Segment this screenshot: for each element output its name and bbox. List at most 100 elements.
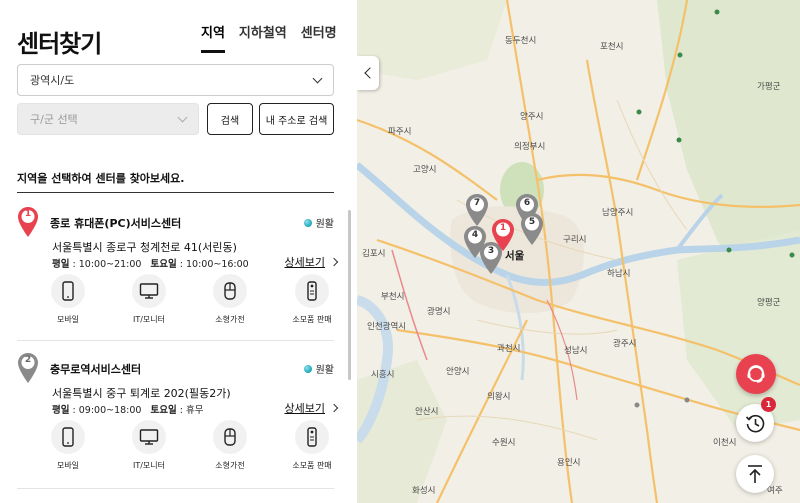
service-label: 소모품 판매 — [292, 461, 332, 470]
service-label: IT/모니터 — [132, 461, 166, 470]
status-text: 원활 — [315, 365, 334, 376]
service-label: IT/모니터 — [132, 315, 166, 324]
center-list-item[interactable]: 1 종로 휴대폰(PC)서비스센터 원활 서울특별시 종로구 청계천로 41(서… — [17, 206, 339, 336]
map-pin-7[interactable]: 7 — [465, 193, 489, 227]
map-label: 양주시 — [520, 112, 544, 122]
detail-link-label: 상세보기 — [284, 402, 325, 415]
history-clock-icon — [745, 414, 765, 433]
status-badge: 원활 — [303, 361, 334, 376]
map-pin-number: 4 — [471, 230, 479, 240]
service-label: 소형가전 — [215, 461, 245, 470]
map-label: 안양시 — [446, 367, 470, 377]
service-it-monitor: IT/모니터 — [114, 420, 184, 471]
map-label: 남양주시 — [602, 208, 634, 218]
saturday-label: 토요일 — [150, 405, 177, 416]
service-label: 모바일 — [56, 315, 80, 324]
map-label: 김포시 — [362, 249, 386, 259]
appliance-icon — [224, 428, 236, 446]
map-label: 성남시 — [564, 346, 588, 356]
map-label: 구리시 — [563, 235, 587, 245]
center-address: 서울특별시 종로구 청계천로 41(서린동) — [52, 241, 237, 254]
service-label: 모바일 — [56, 461, 80, 470]
map-label: 하남시 — [607, 269, 631, 279]
map-base-layer — [357, 0, 800, 503]
map-pin-number: 1 — [499, 223, 507, 233]
service-mobile: 모바일 — [33, 274, 103, 325]
center-name: 종로 휴대폰(PC)서비스센터 — [50, 217, 182, 230]
map-label: 광명시 — [427, 307, 451, 317]
chevron-right-icon — [329, 403, 339, 413]
list-separator — [17, 488, 334, 489]
center-number: 1 — [24, 209, 32, 219]
map-label: 화성시 — [412, 486, 436, 496]
status-dot-icon — [303, 364, 312, 373]
map-label: 포천시 — [600, 42, 624, 52]
list-scrollbar[interactable] — [348, 210, 351, 380]
center-hours: 평일 : 09:00~18:00 토요일 : 휴무 — [52, 405, 204, 416]
mobile-icon — [62, 281, 74, 301]
detail-link[interactable]: 상세보기 — [284, 400, 339, 416]
map-label: 부천시 — [381, 292, 405, 302]
detail-link[interactable]: 상세보기 — [284, 254, 339, 270]
center-address: 서울특별시 중구 퇴계로 202(필동2가) — [52, 387, 231, 400]
tab-center-name[interactable]: 센터명 — [301, 22, 337, 53]
my-address-search-button[interactable]: 내 주소로 검색 — [259, 103, 334, 135]
center-name: 충무로역서비스센터 — [50, 363, 142, 376]
page-title: 센터찾기 — [17, 30, 102, 58]
map-label: 이천시 — [713, 438, 737, 448]
map-label: 용인시 — [557, 458, 581, 468]
map-label: 가평군 — [757, 82, 781, 92]
center-finder-app: 센터찾기 지역 지하철역 센터명 광역시/도 구/군 선택 검색 내 주소로 검… — [0, 0, 800, 503]
chevron-down-icon — [177, 112, 188, 122]
list-separator — [17, 340, 334, 341]
tab-region[interactable]: 지역 — [201, 22, 225, 53]
status-text: 원활 — [315, 219, 334, 230]
saturday-hours: 10:00~16:00 — [186, 259, 249, 270]
map-pin-5[interactable]: 5 — [520, 212, 544, 246]
center-list-item[interactable]: 2 충무로역서비스센터 원활 서울특별시 중구 퇴계로 202(필동2가) 평일… — [17, 352, 339, 482]
scroll-top-button[interactable] — [736, 455, 774, 493]
map-label: 파주시 — [388, 127, 412, 137]
service-small-appliance: 소형가전 — [195, 420, 265, 471]
monitor-icon — [139, 283, 159, 299]
collapse-panel-button[interactable] — [357, 56, 379, 90]
chat-consult-button[interactable] — [736, 354, 776, 394]
map-label: 양평군 — [757, 298, 781, 308]
map-view[interactable]: 동두천시 포천시 양주시 파주시 의정부시 가평군 고양시 남양주시 구리시 서… — [357, 0, 800, 503]
monitor-icon — [139, 429, 159, 445]
list-divider — [17, 192, 334, 193]
service-consumables: 소모품 판매 — [277, 274, 347, 325]
sido-select-value: 광역시/도 — [30, 74, 75, 87]
weekday-label: 평일 — [52, 259, 70, 270]
chevron-right-icon — [329, 257, 339, 267]
search-panel: 센터찾기 지역 지하철역 센터명 광역시/도 구/군 선택 검색 내 주소로 검… — [0, 0, 357, 503]
saturday-hours: 휴무 — [186, 405, 204, 416]
map-label: 인천광역시 — [367, 322, 407, 332]
map-label: 동두천시 — [505, 36, 537, 46]
map-pin-1[interactable]: 1 — [491, 218, 515, 252]
map-pin-number: 5 — [528, 217, 536, 227]
weekday-hours: 10:00~21:00 — [78, 259, 142, 270]
search-tabs: 지역 지하철역 센터명 — [201, 22, 337, 53]
service-it-monitor: IT/모니터 — [114, 274, 184, 325]
map-pin-number: 7 — [473, 198, 481, 208]
appliance-icon — [224, 282, 236, 300]
search-button[interactable]: 검색 — [207, 103, 253, 135]
service-consumables: 소모품 판매 — [277, 420, 347, 471]
detail-link-label: 상세보기 — [284, 256, 325, 269]
map-label: 수원시 — [492, 438, 516, 448]
map-label: 광주시 — [613, 339, 637, 349]
mobile-icon — [62, 427, 74, 447]
weekday-hours: 09:00~18:00 — [78, 405, 142, 416]
map-label: 안산시 — [415, 407, 439, 417]
remote-control-icon — [307, 281, 317, 301]
map-label: 의정부시 — [514, 142, 546, 152]
tab-subway[interactable]: 지하철역 — [239, 22, 287, 53]
chevron-down-icon — [312, 73, 323, 83]
headset-chat-icon — [747, 365, 765, 383]
map-label: 고양시 — [413, 165, 437, 175]
notice-text: 지역을 선택하여 센터를 찾아보세요. — [17, 172, 185, 185]
map-pin-number: 6 — [523, 198, 531, 208]
sido-select[interactable]: 광역시/도 — [17, 64, 334, 96]
service-label: 소형가전 — [215, 315, 245, 324]
